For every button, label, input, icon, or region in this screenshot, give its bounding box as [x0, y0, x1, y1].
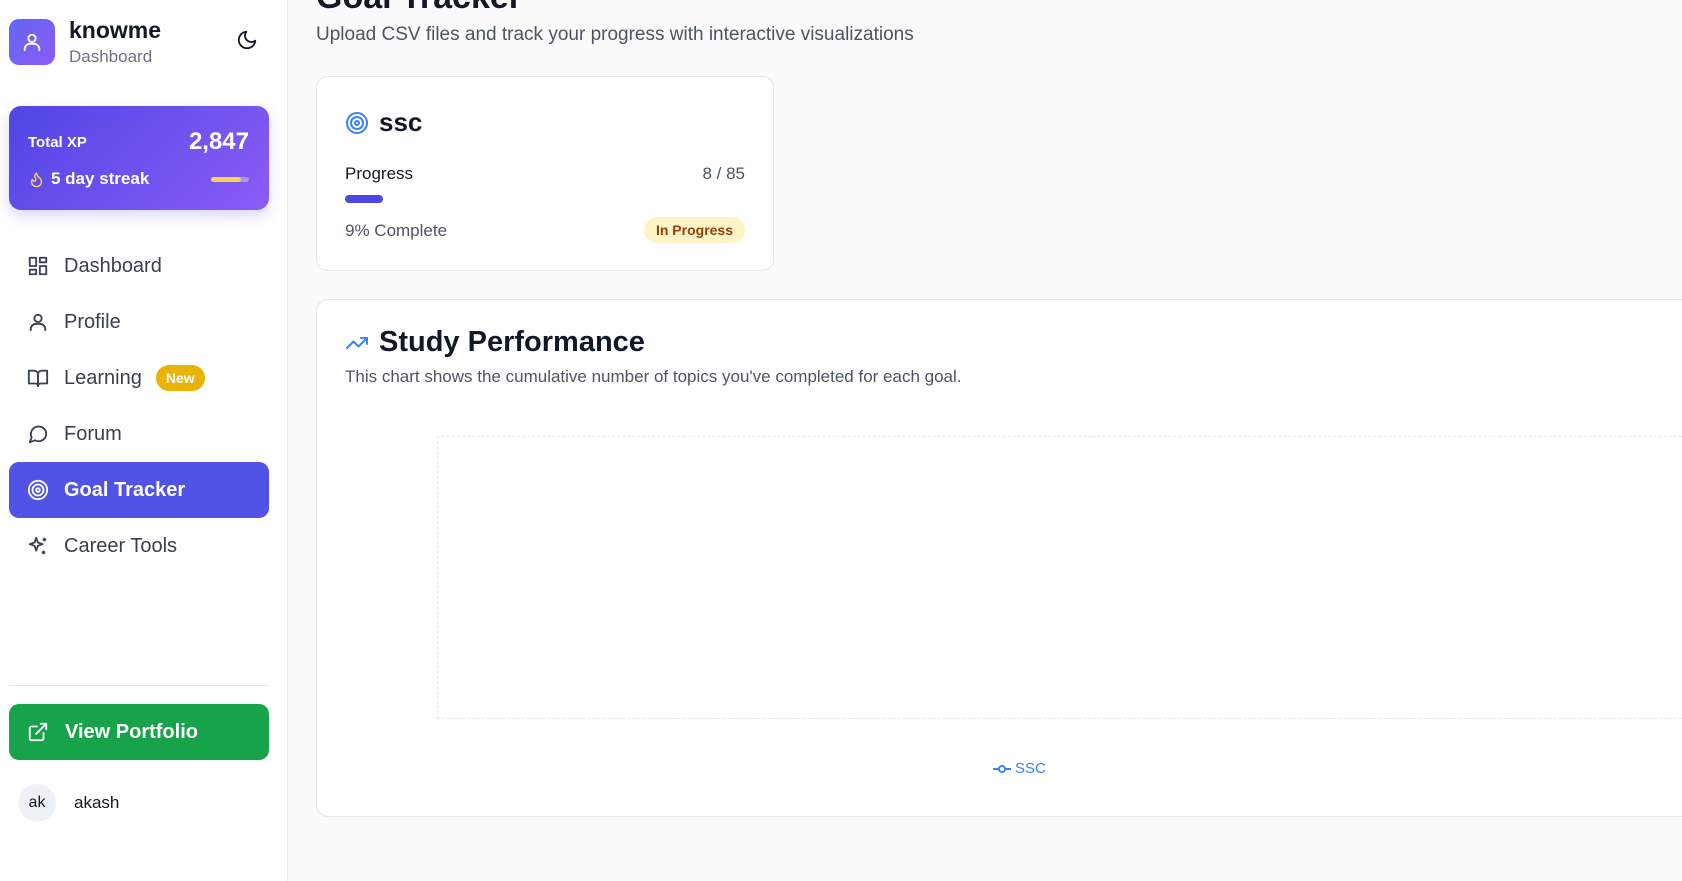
streak: 5 day streak — [28, 169, 149, 189]
progress-percent: 9% Complete — [345, 221, 448, 240]
streak-bar-fill — [211, 177, 242, 182]
target-icon — [346, 111, 368, 134]
legend-label: SSC — [1015, 760, 1046, 777]
view-portfolio-label: View Portfolio — [65, 720, 198, 743]
sidebar-item-label: Goal Tracker — [64, 478, 186, 501]
sidebar-nav: Dashboard Profile Learning New Forum Goa… — [9, 238, 269, 574]
goal-name: ssc — [379, 107, 423, 137]
new-badge: New — [155, 365, 205, 391]
avatar: ak — [18, 784, 56, 822]
legend-line-marker-icon — [993, 764, 1011, 773]
xp-label: Total XP — [28, 134, 87, 151]
chart-header: Study Performance — [345, 326, 645, 359]
chart-description: This chart shows the cumulative number o… — [345, 367, 962, 386]
chart-legend-item[interactable]: SSC — [993, 760, 1046, 777]
trending-up-icon — [346, 336, 368, 349]
brand-logo — [9, 19, 55, 65]
sidebar-item-profile[interactable]: Profile — [9, 294, 269, 350]
page-subtitle: Upload CSV files and track your progress… — [316, 24, 914, 45]
progress-bar — [345, 195, 745, 203]
chart-title: Study Performance — [379, 326, 645, 358]
progress-label: Progress — [345, 164, 414, 183]
sidebar-item-label: Dashboard — [64, 254, 162, 277]
view-portfolio-button[interactable]: View Portfolio — [9, 704, 269, 760]
sidebar-item-label: Profile — [64, 310, 121, 333]
sidebar-item-label: Career Tools — [64, 534, 178, 557]
goal-card[interactable]: ssc Progress 8 / 85 9% Complete In Progr… — [316, 76, 774, 271]
brand-title: knowme — [69, 17, 162, 43]
sidebar-item-career-tools[interactable]: Career Tools — [9, 518, 269, 574]
chart-plot-area — [437, 436, 1682, 719]
sidebar-divider — [9, 685, 269, 686]
brand-subtitle: Dashboard — [69, 47, 153, 66]
user-icon — [29, 313, 47, 332]
target-icon — [27, 479, 49, 501]
sidebar-item-dashboard[interactable]: Dashboard — [9, 238, 269, 294]
xp-card: Total XP 2,847 5 day streak — [9, 106, 269, 210]
moon-icon — [237, 30, 257, 50]
theme-toggle-button[interactable] — [236, 29, 260, 53]
message-circle-icon — [28, 425, 48, 444]
progress-count: 8 / 85 — [702, 164, 745, 183]
streak-text: 5 day streak — [51, 169, 150, 188]
sidebar-item-label: Forum — [64, 422, 122, 445]
progress-bar-fill — [345, 195, 383, 203]
study-performance-card: Study Performance This chart shows the c… — [316, 299, 1682, 817]
goal-header: ssc — [345, 107, 422, 138]
book-open-icon — [27, 369, 49, 388]
flame-icon — [30, 171, 43, 187]
user-icon — [23, 33, 41, 52]
xp-value: 2,847 — [188, 128, 249, 155]
external-link-icon — [28, 722, 48, 742]
sidebar-item-learning[interactable]: Learning New — [9, 350, 269, 406]
page-title: Goal Tracker — [316, 0, 522, 17]
user-name: akash — [74, 793, 120, 812]
streak-bar — [211, 177, 249, 182]
sidebar-item-label: Learning — [64, 366, 142, 389]
dashboard-grid-icon — [28, 256, 48, 276]
sparkles-icon — [28, 536, 47, 555]
sidebar: knowme Dashboard Total XP 2,847 5 day st… — [0, 0, 288, 881]
user-menu[interactable]: ak akash — [18, 784, 119, 822]
brand: knowme Dashboard — [9, 17, 161, 67]
status-badge: In Progress — [643, 217, 745, 243]
sidebar-item-goal-tracker[interactable]: Goal Tracker — [9, 462, 269, 518]
sidebar-item-forum[interactable]: Forum — [9, 406, 269, 462]
